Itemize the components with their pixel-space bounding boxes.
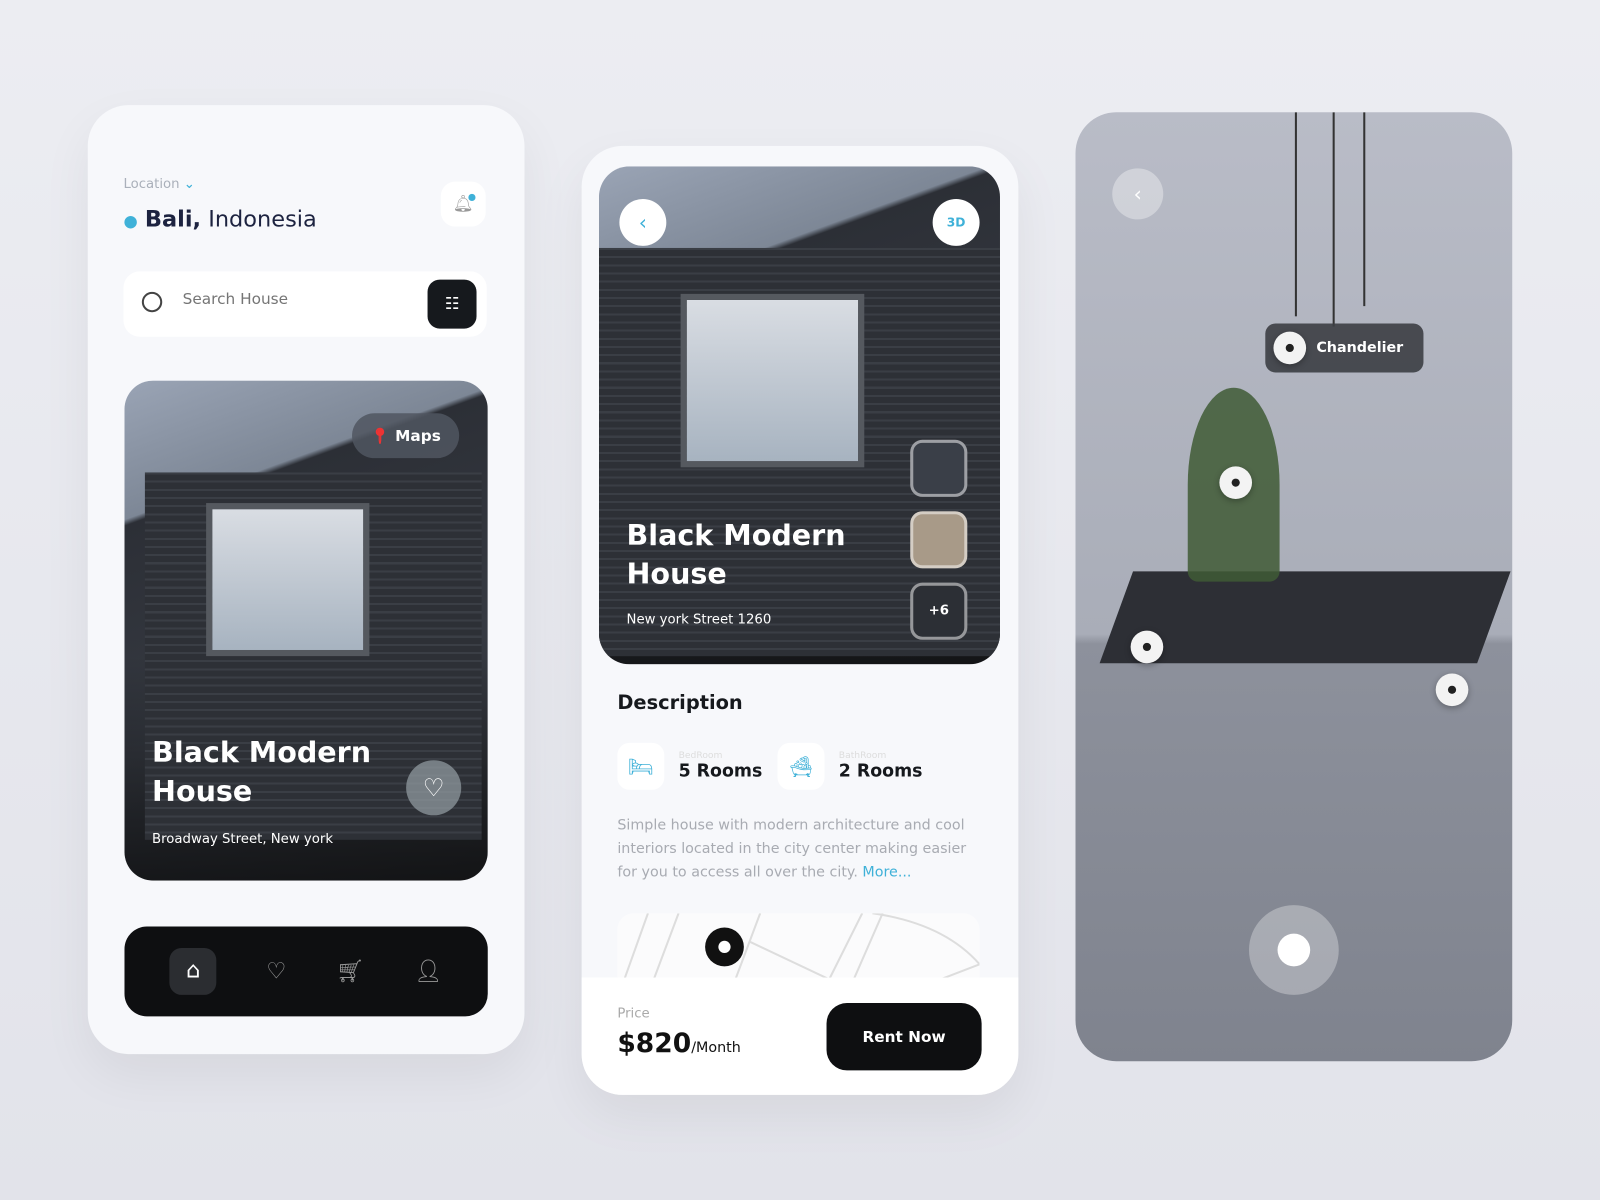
favorite-button[interactable]: ♡: [406, 760, 462, 816]
home-screen: Location ⌄ ● Bali, Indonesia 🔔︎ ☷ 📍︎ Map…: [87, 105, 525, 1055]
hotspot-plant[interactable]: [1219, 466, 1253, 499]
hotspot-chair-right[interactable]: [1435, 673, 1469, 707]
thumbnail-more[interactable]: +6: [910, 582, 968, 640]
map-pin-icon: [705, 927, 744, 967]
nav-cart[interactable]: 🛒︎: [336, 959, 365, 985]
thumbnail-interior[interactable]: [910, 511, 968, 569]
price-value: $820/Month: [617, 1028, 741, 1060]
bathtub-icon: 🛁︎: [777, 742, 825, 790]
nav-favorites[interactable]: ♡: [266, 959, 286, 985]
location-label: Location: [123, 176, 180, 192]
back-button[interactable]: ‹: [619, 198, 667, 246]
cart-icon: 🛒︎: [335, 958, 365, 985]
property-card[interactable]: 📍︎ Maps Black Modern House Broadway Stree…: [124, 380, 488, 881]
hotspot-chandelier[interactable]: Chandelier: [1265, 323, 1424, 373]
heart-icon: ♡: [266, 958, 287, 985]
search-bar: ☷: [123, 271, 487, 337]
property-address: Broadway Street, New york: [152, 831, 334, 847]
chevron-left-icon: ‹: [638, 210, 647, 235]
pin-icon: ●: [123, 211, 138, 231]
home-icon: ⌂: [186, 958, 201, 984]
property-address: New york Street 1260: [626, 612, 772, 628]
maps-button[interactable]: 📍︎ Maps: [352, 413, 460, 459]
nav-home[interactable]: ⌂: [169, 947, 217, 995]
description-title: Description: [617, 691, 743, 715]
back-button[interactable]: ‹: [1112, 168, 1164, 220]
property-title: Black Modern House: [626, 518, 846, 591]
bedroom-info: 🛏︎ BedRoom 5 Rooms: [617, 742, 762, 790]
property-hero: ‹ 3D Black Modern House New york Street 1…: [598, 166, 1000, 665]
ar-view-screen: ‹ Chandelier: [1075, 112, 1513, 1062]
location-value: ● Bali, Indonesia: [123, 207, 317, 233]
thumbnail-exterior[interactable]: [910, 439, 968, 497]
notification-button[interactable]: 🔔︎: [440, 181, 486, 227]
detail-screen: ‹ 3D Black Modern House New york Street 1…: [581, 145, 1019, 1095]
profile-icon: 👤︎: [414, 958, 443, 985]
search-icon: [141, 291, 163, 313]
pin-icon: 📍︎: [370, 426, 390, 445]
filter-icon: ☷: [444, 293, 460, 314]
bathroom-info: 🛁︎ BathRoom 2 Rooms: [777, 742, 922, 790]
bottom-nav: ⌂ ♡ 🛒︎ 👤︎: [124, 926, 488, 1017]
bed-icon: 🛏︎: [617, 742, 665, 790]
hotspot-chair-left[interactable]: [1130, 630, 1164, 664]
nav-profile[interactable]: 👤︎: [414, 959, 443, 985]
search-input[interactable]: [182, 289, 408, 309]
filter-button[interactable]: ☷: [427, 279, 477, 329]
property-title: Black Modern House: [152, 735, 372, 809]
rent-now-button[interactable]: Rent Now: [826, 1003, 982, 1071]
location-dropdown[interactable]: Location ⌄: [123, 177, 194, 192]
heart-icon: ♡: [422, 773, 445, 803]
price-bar: Price $820/Month Rent Now: [581, 977, 1019, 1095]
chevron-down-icon: ⌄: [183, 176, 195, 192]
capture-button[interactable]: [1248, 905, 1339, 995]
description-text: Simple house with modern architecture an…: [617, 817, 967, 881]
chevron-left-icon: ‹: [1133, 181, 1142, 207]
more-link[interactable]: More...: [862, 864, 911, 880]
view-3d-button[interactable]: 3D: [932, 198, 980, 246]
